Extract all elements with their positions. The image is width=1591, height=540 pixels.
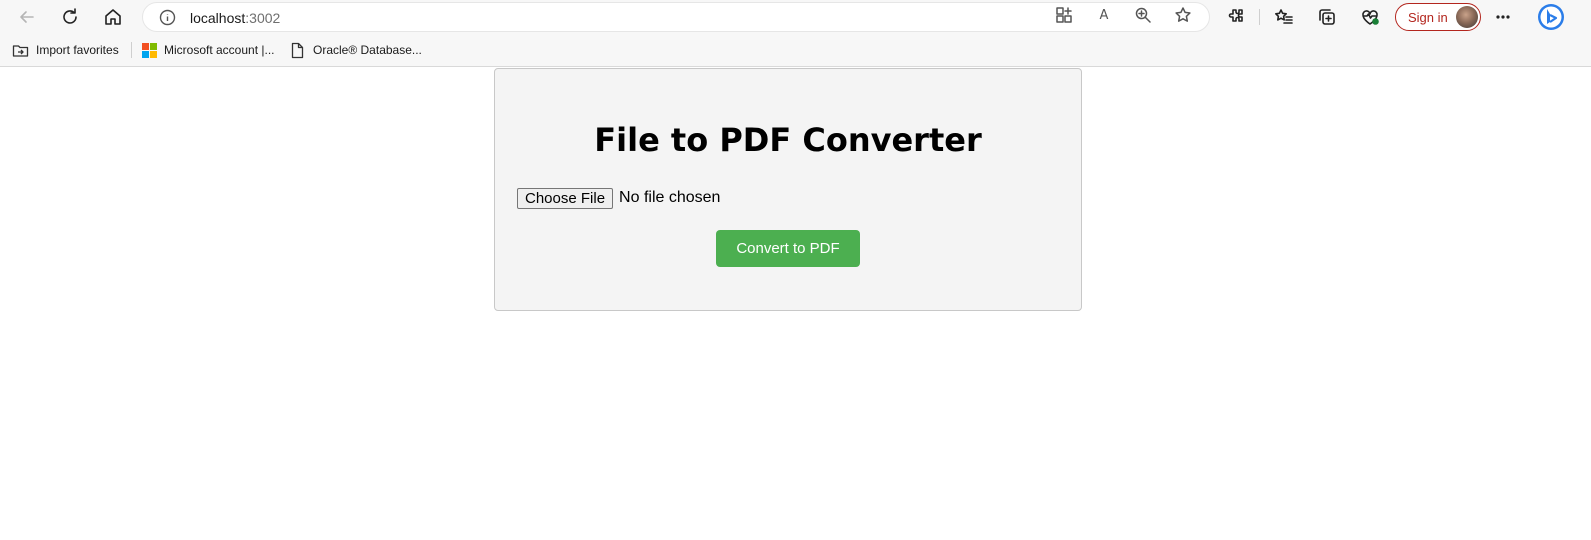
bing-copilot-icon bbox=[1538, 4, 1564, 30]
heart-pulse-icon bbox=[1362, 10, 1379, 25]
microsoft-logo-icon bbox=[140, 42, 157, 59]
refresh-button[interactable] bbox=[56, 3, 84, 31]
folder-import-icon bbox=[12, 42, 29, 59]
address-bar[interactable]: localhost:3002 bbox=[142, 2, 1210, 32]
favorite-oracle-database[interactable]: Oracle® Database... bbox=[289, 41, 422, 59]
read-aloud-button[interactable]: A bbox=[1093, 4, 1115, 26]
file-input[interactable]: Choose File No file chosen bbox=[517, 187, 720, 209]
favorites-bar: Import favorites Microsoft account |... … bbox=[0, 34, 1591, 67]
favorite-label: Oracle® Database... bbox=[313, 43, 422, 57]
convert-to-pdf-button[interactable]: Convert to PDF bbox=[716, 230, 860, 267]
zoom-button[interactable] bbox=[1132, 4, 1154, 26]
file-status-text: No file chosen bbox=[619, 189, 721, 206]
toolbar-separator bbox=[1259, 9, 1260, 25]
app-available-button[interactable] bbox=[1053, 4, 1075, 26]
apps-icon bbox=[1056, 7, 1072, 23]
page-title: File to PDF Converter bbox=[594, 121, 982, 159]
sign-in-button[interactable]: Sign in bbox=[1395, 3, 1481, 31]
extensions-button[interactable] bbox=[1221, 3, 1249, 31]
home-button[interactable] bbox=[99, 3, 127, 31]
more-dots-icon bbox=[1496, 15, 1510, 19]
converter-card: File to PDF Converter Choose File No fil… bbox=[494, 68, 1082, 311]
favorite-star-button[interactable] bbox=[1172, 4, 1194, 26]
favorites-list-icon bbox=[1275, 9, 1293, 24]
read-aloud-icon: A bbox=[1099, 7, 1109, 23]
favorite-microsoft-account[interactable]: Microsoft account |... bbox=[140, 41, 275, 59]
info-icon[interactable] bbox=[159, 9, 176, 26]
browser-essentials-button[interactable] bbox=[1356, 3, 1384, 31]
back-button[interactable] bbox=[13, 3, 41, 31]
zoom-in-icon bbox=[1135, 7, 1151, 23]
choose-file-button[interactable]: Choose File bbox=[517, 187, 614, 209]
settings-more-button[interactable] bbox=[1489, 3, 1517, 31]
favorites-button[interactable] bbox=[1270, 3, 1298, 31]
browser-toolbar: localhost:3002 A Sign in bbox=[0, 0, 1591, 34]
copilot-button[interactable] bbox=[1536, 2, 1566, 32]
refresh-icon bbox=[63, 8, 77, 24]
avatar bbox=[1456, 6, 1478, 28]
page-icon bbox=[289, 42, 306, 59]
url-port: :3002 bbox=[245, 10, 281, 26]
favorite-import-favorites[interactable]: Import favorites bbox=[12, 41, 119, 59]
favorites-separator bbox=[131, 42, 132, 58]
home-icon bbox=[105, 9, 121, 25]
url-host: localhost bbox=[190, 10, 246, 26]
favorite-label: Import favorites bbox=[36, 43, 119, 57]
puzzle-icon bbox=[1228, 9, 1243, 22]
star-icon bbox=[1175, 7, 1191, 22]
favorite-label: Microsoft account |... bbox=[164, 43, 275, 57]
url-text[interactable]: localhost:3002 bbox=[190, 10, 280, 26]
collections-button[interactable] bbox=[1313, 3, 1341, 31]
sign-in-label: Sign in bbox=[1408, 10, 1448, 25]
back-arrow-icon bbox=[20, 11, 34, 23]
collections-icon bbox=[1319, 9, 1335, 25]
